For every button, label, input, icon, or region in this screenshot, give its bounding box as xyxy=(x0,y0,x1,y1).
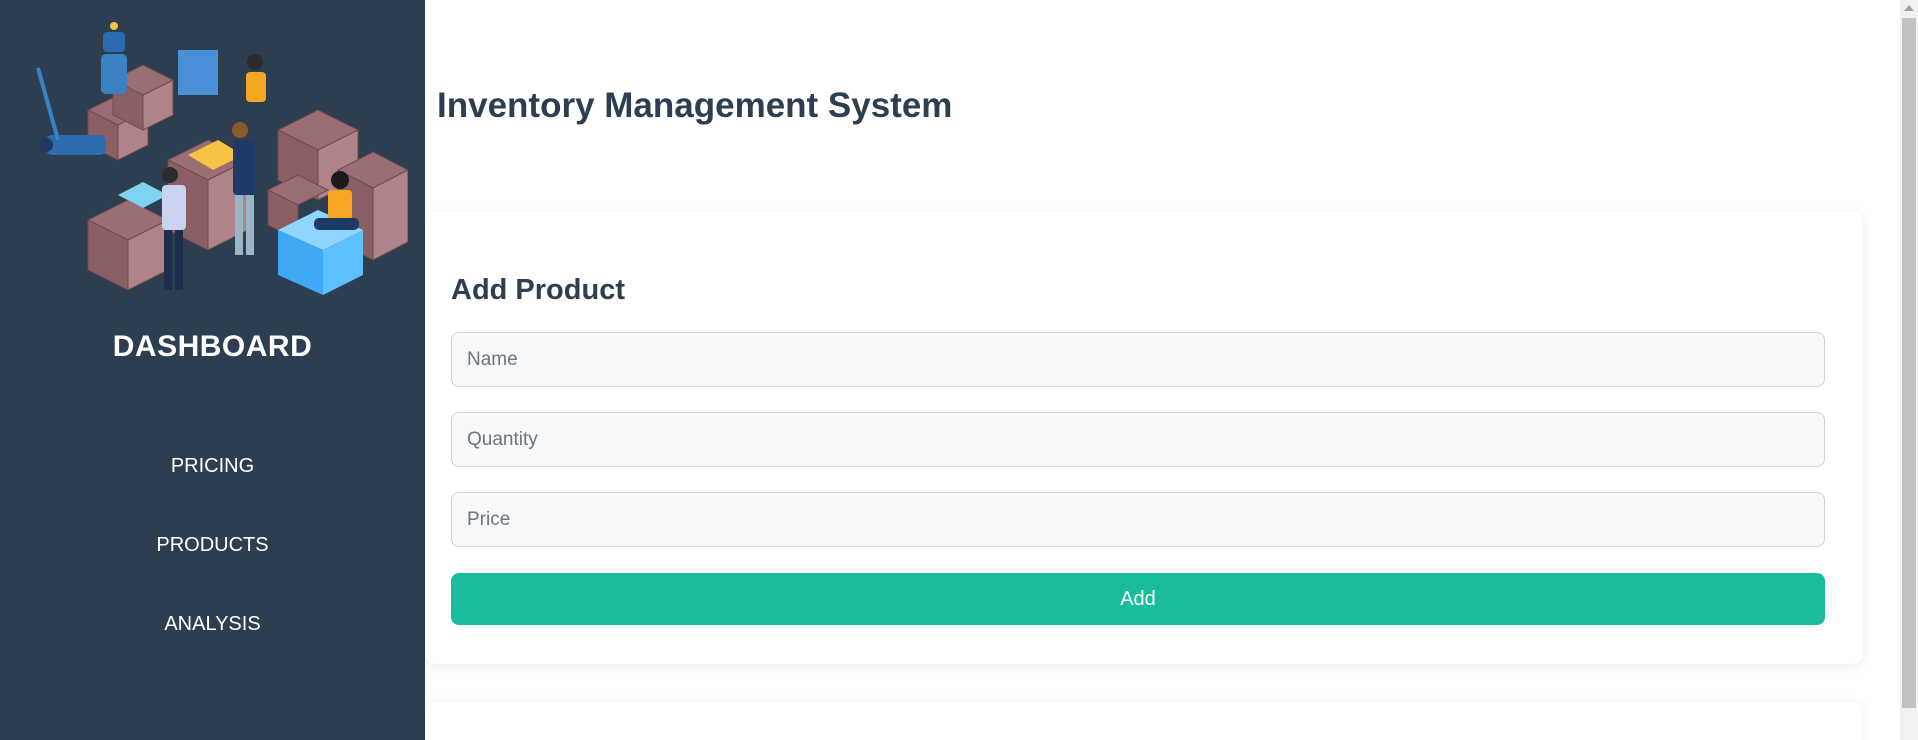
vertical-scrollbar[interactable] xyxy=(1900,0,1918,740)
nav-item-analysis[interactable]: ANALYSIS xyxy=(0,613,425,636)
page-title: Inventory Management System xyxy=(437,86,953,125)
nav-item-products[interactable]: PRODUCTS xyxy=(0,534,425,557)
price-input[interactable] xyxy=(451,492,1825,547)
add-product-card: Add Product Add xyxy=(425,212,1863,664)
dashboard-title: DASHBOARD xyxy=(112,330,313,363)
scroll-thumb[interactable] xyxy=(1902,18,1916,708)
name-input[interactable] xyxy=(451,332,1825,387)
scroll-up-arrow-icon[interactable] xyxy=(1904,5,1914,11)
secondary-card xyxy=(425,702,1863,740)
main-content: Inventory Management System Add Product … xyxy=(425,0,1900,740)
add-button[interactable]: Add xyxy=(451,573,1825,625)
add-product-title: Add Product xyxy=(451,274,625,306)
quantity-input[interactable] xyxy=(451,412,1825,467)
warehouse-illustration-icon xyxy=(36,22,408,295)
nav-item-pricing[interactable]: PRICING xyxy=(0,455,425,478)
sidebar: DASHBOARD PRICING PRODUCTS ANALYSIS xyxy=(0,0,425,740)
